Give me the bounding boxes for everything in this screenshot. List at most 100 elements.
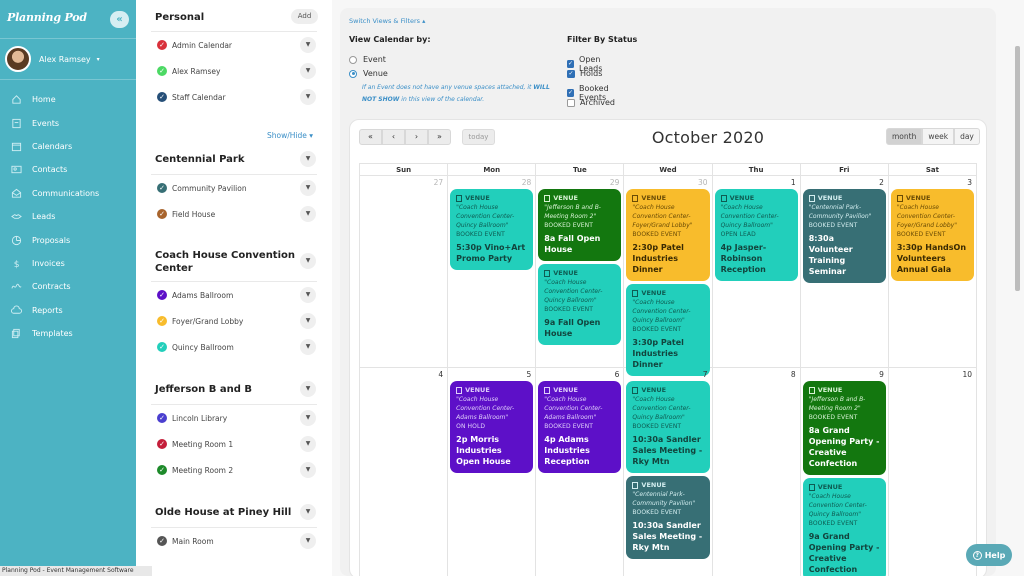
calendar-day-cell[interactable]: 1 VENUE "Coach House Convention Center-Qui… bbox=[713, 176, 801, 367]
calendar-item[interactable]: ✓ Adams Ballroom bbox=[157, 288, 233, 302]
calendar-item[interactable]: ✓ Lincoln Library bbox=[157, 411, 227, 425]
view-option-event[interactable]: Event bbox=[349, 55, 386, 64]
help-button[interactable]: ? Help bbox=[966, 544, 1012, 566]
view-option-venue[interactable]: Venue bbox=[349, 69, 388, 78]
calendar-event[interactable]: VENUE "Coach House Convention Center-Quin… bbox=[626, 284, 710, 376]
calendar-day-cell[interactable]: 27 bbox=[360, 176, 449, 367]
calendar-item[interactable]: ✓ Foyer/Grand Lobby bbox=[157, 314, 243, 328]
status-filter-holds[interactable]: ✓ Holds bbox=[567, 69, 602, 78]
calendar-day-cell[interactable]: 30 VENUE "Coach House Convention Center-Fo… bbox=[624, 176, 713, 376]
sidebar-item-reports[interactable]: Reports bbox=[0, 299, 136, 322]
app-logo[interactable]: Planning Pod bbox=[7, 11, 87, 24]
sidebar-item-leads[interactable]: Leads bbox=[0, 205, 136, 228]
radio-button[interactable] bbox=[349, 69, 357, 78]
calendar-day-cell[interactable]: 29 VENUE "Jefferson B and B-Meeting Room 2… bbox=[536, 176, 625, 367]
calendar-item[interactable]: ✓ Main Room bbox=[157, 534, 214, 548]
calendar-event[interactable]: VENUE "Coach House Convention Center-Quin… bbox=[714, 189, 798, 281]
calendar-day-cell[interactable]: 10 bbox=[889, 368, 976, 576]
calendar-day-cell[interactable]: 9 VENUE "Jefferson B and B-Meeting Room 2"… bbox=[801, 368, 889, 576]
venue-group-options-button[interactable]: ▼ bbox=[300, 253, 316, 269]
checkbox[interactable]: ✓ bbox=[567, 69, 575, 78]
calendar-event[interactable]: VENUE "Coach House Convention Center-Quin… bbox=[802, 478, 886, 576]
show-hide-link[interactable]: Show/Hide ▾ bbox=[267, 131, 313, 140]
calendar-day-cell[interactable]: 4 bbox=[360, 368, 449, 576]
venue-group-options-button[interactable]: ▼ bbox=[300, 151, 316, 167]
calendar-day-cell[interactable]: 6 VENUE "Coach House Convention Center-Ada… bbox=[536, 368, 625, 576]
calendar-options-button[interactable]: ▼ bbox=[300, 339, 316, 355]
view-day-button[interactable]: day bbox=[954, 128, 980, 145]
calendar-options-button[interactable]: ▼ bbox=[300, 462, 316, 478]
calendar-options-button[interactable]: ▼ bbox=[300, 63, 316, 79]
calendar-item[interactable]: ✓ Alex Ramsey bbox=[157, 64, 220, 78]
check-circle-icon[interactable]: ✓ bbox=[157, 290, 167, 300]
calendar-event[interactable]: VENUE "Centennial Park-Community Pavilion… bbox=[626, 476, 710, 559]
page-scrollbar[interactable] bbox=[1015, 46, 1020, 291]
check-circle-icon[interactable]: ✓ bbox=[157, 66, 167, 76]
calendar-item[interactable]: ✓ Meeting Room 2 bbox=[157, 463, 233, 477]
sidebar-item-templates[interactable]: Templates bbox=[0, 322, 136, 345]
calendar-item[interactable]: ✓ Quincy Ballroom bbox=[157, 340, 234, 354]
calendar-options-button[interactable]: ▼ bbox=[300, 410, 316, 426]
add-calendar-button[interactable]: Add bbox=[291, 9, 318, 24]
calendar-event[interactable]: VENUE "Coach House Convention Center-Foye… bbox=[626, 189, 710, 281]
view-week-button[interactable]: week bbox=[922, 128, 955, 145]
check-circle-icon[interactable]: ✓ bbox=[157, 316, 167, 326]
calendar-day-cell[interactable]: 8 bbox=[713, 368, 801, 576]
calendar-item[interactable]: ✓ Admin Calendar bbox=[157, 38, 232, 52]
check-circle-icon[interactable]: ✓ bbox=[157, 342, 167, 352]
calendar-options-button[interactable]: ▼ bbox=[300, 37, 316, 53]
calendar-item[interactable]: ✓ Community Pavilion bbox=[157, 181, 247, 195]
check-circle-icon[interactable]: ✓ bbox=[157, 413, 167, 423]
check-circle-icon[interactable]: ✓ bbox=[157, 183, 167, 193]
check-circle-icon[interactable]: ✓ bbox=[157, 209, 167, 219]
calendar-event[interactable]: VENUE "Coach House Convention Center-Adam… bbox=[538, 381, 622, 473]
sidebar-item-calendars[interactable]: Calendars bbox=[0, 135, 136, 158]
sidebar-item-events[interactable]: Events bbox=[0, 111, 136, 134]
radio-button[interactable] bbox=[349, 55, 357, 64]
sidebar-item-contacts[interactable]: Contacts bbox=[0, 158, 136, 181]
calendar-event[interactable]: VENUE "Coach House Convention Center-Quin… bbox=[626, 381, 710, 473]
sidebar-item-invoices[interactable]: $ Invoices bbox=[0, 252, 136, 275]
checkbox[interactable]: ✓ bbox=[567, 60, 575, 68]
check-circle-icon[interactable]: ✓ bbox=[157, 536, 167, 546]
sidebar-item-communications[interactable]: Communications bbox=[0, 182, 136, 205]
check-circle-icon[interactable]: ✓ bbox=[157, 439, 167, 449]
check-circle-icon[interactable]: ✓ bbox=[157, 92, 167, 102]
calendar-event[interactable]: VENUE "Coach House Convention Center-Quin… bbox=[538, 264, 622, 345]
venue-group-options-button[interactable]: ▼ bbox=[300, 504, 316, 520]
calendar-item[interactable]: ✓ Staff Calendar bbox=[157, 90, 226, 104]
venue-group-options-button[interactable]: ▼ bbox=[300, 381, 316, 397]
user-menu[interactable]: Alex Ramsey ▾ bbox=[5, 46, 100, 72]
calendar-event[interactable]: VENUE "Centennial Park-Community Pavilion… bbox=[802, 189, 886, 283]
sidebar-item-proposals[interactable]: Proposals bbox=[0, 228, 136, 251]
calendar-event[interactable]: VENUE "Jefferson B and B-Meeting Room 2" B… bbox=[538, 189, 622, 261]
sidebar-item-contracts[interactable]: Contracts bbox=[0, 275, 136, 298]
checkbox[interactable]: ✓ bbox=[567, 89, 575, 97]
calendar-options-button[interactable]: ▼ bbox=[300, 533, 316, 549]
sidebar-item-home[interactable]: Home bbox=[0, 88, 136, 111]
calendar-item[interactable]: ✓ Meeting Room 1 bbox=[157, 437, 233, 451]
status-filter-archived[interactable]: Archived bbox=[567, 98, 615, 107]
calendar-day-cell[interactable]: 5 VENUE "Coach House Convention Center-Ada… bbox=[448, 368, 537, 576]
calendar-event[interactable]: VENUE "Coach House Convention Center-Adam… bbox=[450, 381, 534, 473]
check-circle-icon[interactable]: ✓ bbox=[157, 40, 167, 50]
calendar-event[interactable]: VENUE "Coach House Convention Center-Foye… bbox=[890, 189, 974, 281]
calendar-item[interactable]: ✓ Field House bbox=[157, 207, 215, 221]
calendar-options-button[interactable]: ▼ bbox=[300, 206, 316, 222]
collapse-sidebar-button[interactable]: « bbox=[110, 11, 129, 28]
calendar-options-button[interactable]: ▼ bbox=[300, 89, 316, 105]
switch-views-toggle[interactable]: Switch Views & Filters ▴ bbox=[349, 17, 425, 25]
check-circle-icon[interactable]: ✓ bbox=[157, 465, 167, 475]
calendar-day-cell[interactable]: 2 VENUE "Centennial Park-Community Pavilio… bbox=[801, 176, 889, 367]
calendar-options-button[interactable]: ▼ bbox=[300, 287, 316, 303]
calendar-event[interactable]: VENUE "Coach House Convention Center-Quin… bbox=[450, 189, 534, 270]
calendar-options-button[interactable]: ▼ bbox=[300, 313, 316, 329]
calendar-day-cell[interactable]: 3 VENUE "Coach House Convention Center-Foy… bbox=[889, 176, 976, 367]
checkbox[interactable] bbox=[567, 98, 575, 107]
calendar-day-cell[interactable]: 28 VENUE "Coach House Convention Center-Qu… bbox=[448, 176, 537, 367]
view-month-button[interactable]: month bbox=[886, 128, 923, 145]
calendar-event[interactable]: VENUE "Jefferson B and B-Meeting Room 2" B… bbox=[802, 381, 886, 475]
calendar-options-button[interactable]: ▼ bbox=[300, 436, 316, 452]
calendar-day-cell[interactable]: 7 VENUE "Coach House Convention Center-Qui… bbox=[624, 368, 713, 576]
calendar-options-button[interactable]: ▼ bbox=[300, 180, 316, 196]
